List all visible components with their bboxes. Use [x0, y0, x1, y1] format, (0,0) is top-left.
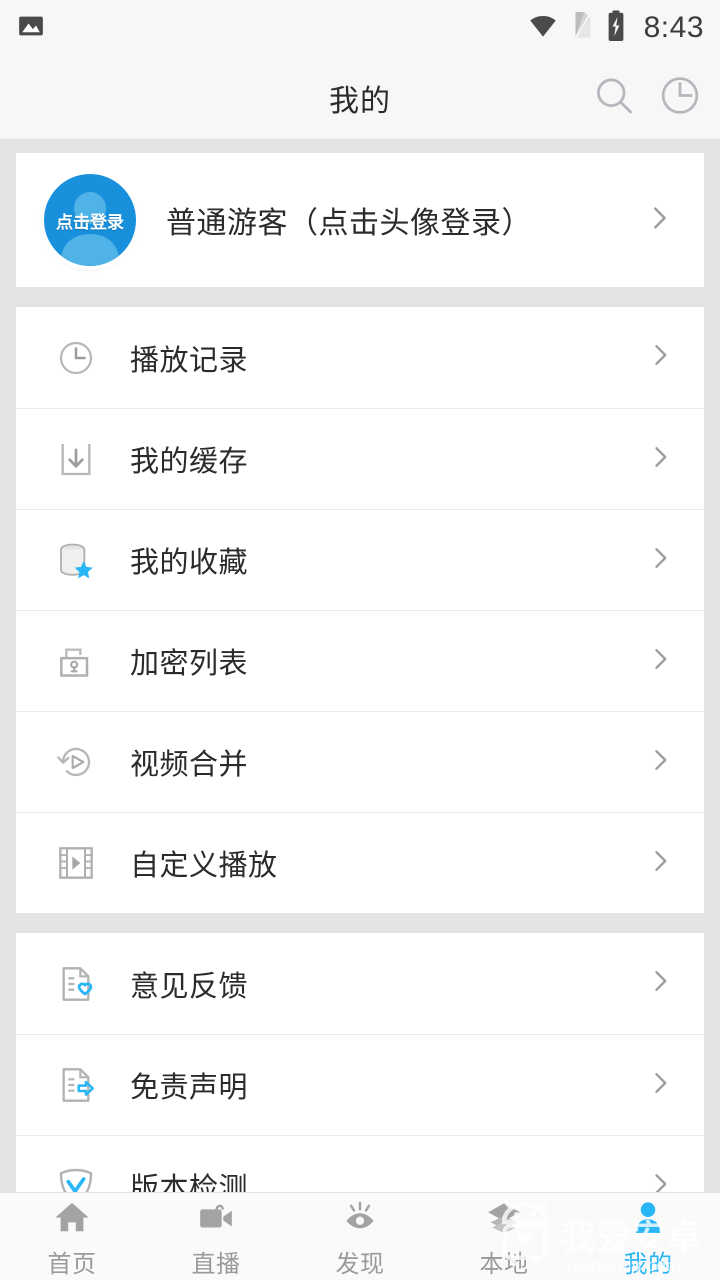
chevron-right-icon: [646, 443, 674, 476]
menu-card-secondary: 意见反馈 免责声明 版本检测: [16, 933, 704, 1236]
profile-name: 普通游客（点击头像登录）: [166, 207, 532, 240]
chevron-right-icon: [646, 544, 674, 577]
menu-item-label: 自定义播放: [130, 850, 278, 882]
battery-charging-icon: [606, 9, 626, 47]
chevron-right-icon: [646, 967, 674, 1000]
sim-card-icon: [572, 11, 594, 46]
menu-item-play-history[interactable]: 播放记录: [16, 307, 704, 408]
chevron-right-icon: [646, 746, 674, 779]
chevron-right-icon: [646, 645, 674, 678]
home-icon: [52, 1198, 92, 1241]
menu-item-my-favorites[interactable]: 我的收藏: [16, 509, 704, 610]
video-merge-icon: [54, 740, 98, 784]
scroll-content[interactable]: 点击登录 普通游客（点击头像登录） 播放记录 我的缓存 我的收藏 加密列表 视频…: [0, 141, 720, 1280]
profile-card: 点击登录 普通游客（点击头像登录）: [16, 153, 704, 287]
menu-item-label: 免责声明: [130, 1072, 249, 1104]
nav-item-label: 直播: [191, 1251, 241, 1278]
chevron-right-icon: [646, 1069, 674, 1102]
status-bar-left: [16, 11, 46, 46]
menu-item-label: 视频合并: [130, 749, 249, 781]
wifi-icon: [526, 11, 560, 46]
app-header: 我的: [0, 56, 720, 140]
profile-row[interactable]: 点击登录 普通游客（点击头像登录）: [16, 153, 704, 287]
history-icon[interactable]: [658, 73, 702, 122]
chevron-right-icon: [646, 341, 674, 374]
layers-icon: [484, 1198, 524, 1241]
app-screen: 8:43 我的 点击登录 普通游客（点击头像登录） 播放记录 我的缓存 我的收藏…: [0, 0, 720, 1280]
menu-item-label: 我的缓存: [130, 446, 249, 478]
nav-item-live[interactable]: 直播: [144, 1193, 288, 1280]
chevron-right-icon: [646, 847, 674, 880]
nav-item-label: 发现: [335, 1251, 385, 1278]
avatar-login-label: 点击登录: [56, 212, 124, 232]
chevron-right-icon: [644, 203, 674, 238]
nav-item-label: 我的: [623, 1251, 673, 1278]
nav-item-label: 本地: [479, 1251, 529, 1278]
nav-item-local[interactable]: 本地: [432, 1193, 576, 1280]
search-icon[interactable]: [592, 73, 636, 122]
menu-item-label: 意见反馈: [130, 970, 249, 1003]
menu-item-video-merge[interactable]: 视频合并: [16, 711, 704, 812]
menu-item-label: 我的收藏: [130, 547, 249, 579]
menu-item-feedback[interactable]: 意见反馈: [16, 933, 704, 1034]
nav-item-discover[interactable]: 发现: [288, 1193, 432, 1280]
video-camera-icon: [196, 1198, 236, 1241]
menu-item-encrypted-list[interactable]: 加密列表: [16, 610, 704, 711]
status-bar-right: 8:43: [526, 9, 704, 47]
clock-icon: [54, 336, 98, 380]
person-icon: [628, 1198, 668, 1241]
menu-card-primary: 播放记录 我的缓存 我的收藏 加密列表 视频合并 自定义播放: [16, 307, 704, 913]
database-star-icon: [54, 538, 98, 582]
nav-item-label: 首页: [47, 1251, 97, 1278]
menu-item-disclaimer[interactable]: 免责声明: [16, 1034, 704, 1135]
menu-item-my-cache[interactable]: 我的缓存: [16, 408, 704, 509]
status-bar-clock: 8:43: [643, 11, 704, 44]
page-title: 我的: [329, 84, 391, 118]
document-heart-icon: [54, 962, 98, 1006]
status-bar: 8:43: [0, 0, 720, 56]
menu-item-label: 播放记录: [130, 344, 249, 377]
unlock-icon: [54, 639, 98, 683]
menu-item-label: 加密列表: [130, 648, 249, 680]
avatar[interactable]: 点击登录: [44, 174, 136, 266]
menu-item-custom-play[interactable]: 自定义播放: [16, 812, 704, 913]
download-box-icon: [54, 437, 98, 481]
film-play-icon: [54, 841, 98, 885]
document-arrow-icon: [54, 1063, 98, 1107]
image-icon: [16, 11, 46, 46]
bottom-navigation: 首页 直播 发现 本地 我的: [0, 1192, 720, 1280]
header-actions: [592, 73, 702, 122]
nav-item-mine[interactable]: 我的: [576, 1193, 720, 1280]
eye-icon: [340, 1198, 380, 1241]
nav-item-home[interactable]: 首页: [0, 1193, 144, 1280]
